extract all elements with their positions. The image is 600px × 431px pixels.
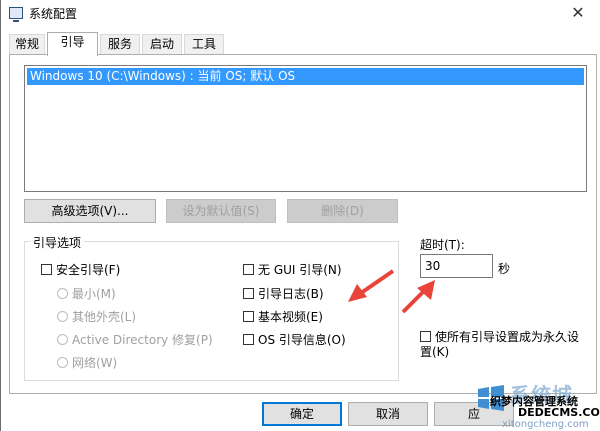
radio-circle[interactable] [57,311,68,322]
alternate-shell-radio[interactable]: 其他外壳(L) [57,310,136,324]
delete-button[interactable]: 删除(D) [287,199,398,223]
tab-boot[interactable]: 引导 [47,32,98,56]
tab-startup[interactable]: 启动 [142,34,182,55]
timeout-input[interactable]: 30 [420,254,493,278]
base-video-label: 基本视频(E) [258,310,323,324]
network-radio[interactable]: 网络(W) [57,356,117,370]
window-title: 系统配置 [29,7,78,21]
radio-circle[interactable] [57,334,68,345]
ok-button[interactable]: 确定 [262,402,342,426]
watermark: 系统城 织梦内容管理系统 DEDECMS.COM xitongcheng.com [476,379,600,430]
no-gui-boot-checkbox[interactable]: 无 GUI 引导(N) [243,263,342,277]
tab-tools[interactable]: 工具 [184,34,224,55]
active-directory-radio[interactable]: Active Directory 修复(P) [57,333,213,347]
minimal-label: 最小(M) [72,287,116,301]
safe-boot-label: 安全引导(F) [56,263,121,277]
active-directory-label: Active Directory 修复(P) [72,333,213,347]
alternate-shell-label: 其他外壳(L) [72,310,137,324]
radio-circle[interactable] [57,288,68,299]
set-default-button[interactable]: 设为默认值(S) [166,199,276,223]
boot-options-legend: 引导选项 [30,234,85,251]
boot-log-checkbox[interactable]: 引导日志(B) [243,287,324,301]
os-boot-info-label: OS 引导信息(O) [258,333,346,347]
no-gui-boot-label: 无 GUI 引导(N) [258,263,342,277]
close-button[interactable]: ✕ [555,0,600,28]
watermark-line-3: xitongcheng.com [502,419,589,430]
checkbox-box[interactable] [243,311,254,322]
base-video-checkbox[interactable]: 基本视频(E) [243,310,323,324]
checkbox-box[interactable] [243,334,254,345]
boot-log-label: 引导日志(B) [258,287,324,301]
cancel-button[interactable]: 取消 [348,402,428,426]
checkbox-box[interactable] [243,264,254,275]
advanced-options-button[interactable]: 高级选项(V)... [24,199,156,223]
monitor-icon [9,7,23,22]
checkbox-box[interactable] [41,264,52,275]
safe-boot-checkbox[interactable]: 安全引导(F) [41,263,120,277]
tab-general[interactable]: 常规 [9,34,45,55]
title-bar: 系统配置 ✕ [1,0,600,28]
minimal-radio[interactable]: 最小(M) [57,287,116,301]
os-list[interactable]: Windows 10 (C:\Windows) : 当前 OS; 默认 OS [24,65,587,192]
network-label: 网络(W) [72,356,118,370]
os-list-item[interactable]: Windows 10 (C:\Windows) : 当前 OS; 默认 OS [27,68,584,85]
checkbox-box[interactable] [420,331,431,342]
make-permanent-checkbox[interactable]: 使所有引导设置成为永久设置(K) [420,330,590,360]
tab-services[interactable]: 服务 [100,34,140,55]
radio-circle[interactable] [57,357,68,368]
checkbox-box[interactable] [243,288,254,299]
make-permanent-label: 使所有引导设置成为永久设置(K) [420,330,580,359]
system-config-window: 系统配置 ✕ 常规 引导 服务 启动 工具 Windows 10 (C:\Win… [0,0,600,431]
timeout-label: 超时(T): [420,238,465,252]
timeout-unit: 秒 [498,262,511,276]
watermark-line-2: DEDECMS.COM [518,406,600,419]
os-boot-info-checkbox[interactable]: OS 引导信息(O) [243,333,346,347]
